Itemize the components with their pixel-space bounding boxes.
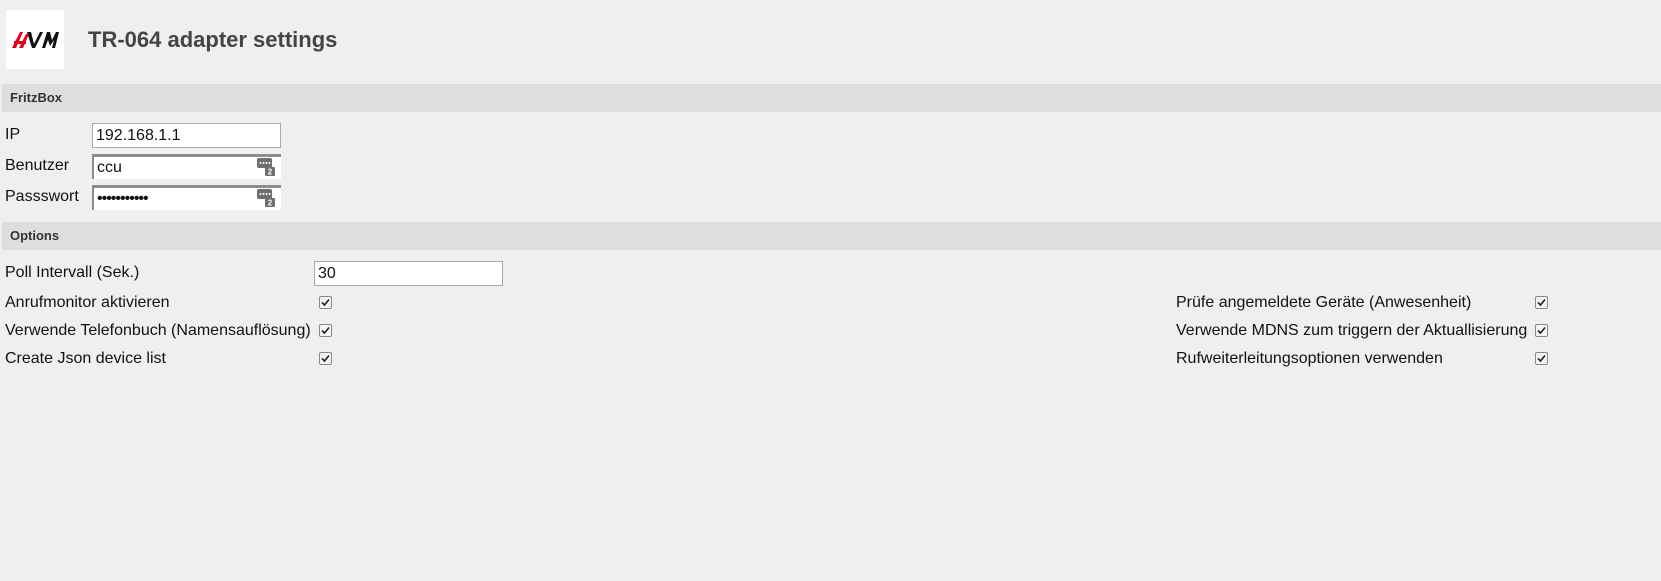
checkmark-icon — [321, 354, 330, 363]
section-header-fritzbox: FritzBox — [2, 84, 1661, 112]
json-device-list-label: Create Json device list — [5, 350, 166, 367]
svg-text:2: 2 — [268, 199, 273, 208]
section-header-options: Options — [2, 222, 1661, 250]
user-row: Benutzer — [5, 152, 69, 180]
password-row: Passswort — [5, 183, 79, 211]
ip-row: IP — [5, 121, 20, 149]
password-manager-icon[interactable]: 2 — [256, 188, 276, 208]
anwesenheit-checkbox[interactable] — [1535, 296, 1548, 309]
checkmark-icon — [1537, 298, 1546, 307]
telefonbuch-checkbox[interactable] — [319, 324, 332, 337]
avm-logo — [6, 10, 64, 69]
checkmark-icon — [321, 326, 330, 335]
rufweiterleitung-checkbox[interactable] — [1535, 352, 1548, 365]
svg-text:2: 2 — [268, 168, 273, 177]
checkmark-icon — [1537, 326, 1546, 335]
poll-interval-input[interactable] — [314, 261, 503, 286]
ip-label: IP — [5, 126, 21, 143]
mdns-checkbox[interactable] — [1535, 324, 1548, 337]
anwesenheit-label: Prüfe angemeldete Geräte (Anwesenheit) — [1176, 294, 1472, 311]
avm-logo-icon — [12, 31, 59, 48]
json-device-list-checkbox[interactable] — [319, 352, 332, 365]
user-label: Benutzer — [5, 157, 70, 174]
password-manager-icon[interactable]: 2 — [256, 157, 276, 177]
anrufmonitor-label: Anrufmonitor aktivieren — [5, 294, 170, 311]
user-input[interactable] — [92, 154, 281, 179]
poll-row: Poll Intervall (Sek.) — [5, 259, 139, 287]
rufweiterleitung-label: Rufweiterleitungsoptionen verwenden — [1176, 350, 1443, 367]
page-header: TR-064 adapter settings — [6, 10, 337, 69]
ip-input[interactable] — [92, 123, 281, 148]
telefonbuch-label: Verwende Telefonbuch (Namensauflösung) — [5, 322, 311, 339]
anrufmonitor-checkbox[interactable] — [319, 296, 332, 309]
page-title: TR-064 adapter settings — [88, 26, 338, 52]
checkmark-icon — [321, 298, 330, 307]
password-label: Passswort — [5, 188, 79, 205]
mdns-label: Verwende MDNS zum triggern der Aktuallis… — [1176, 322, 1528, 339]
checkmark-icon — [1537, 354, 1546, 363]
password-input[interactable] — [92, 185, 281, 210]
poll-interval-label: Poll Intervall (Sek.) — [5, 264, 140, 281]
